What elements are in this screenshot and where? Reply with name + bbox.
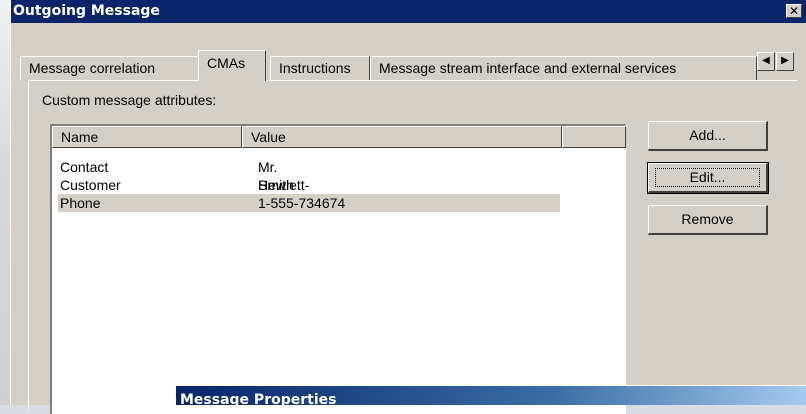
row-name: Customer xyxy=(60,177,121,193)
column-label: Name xyxy=(61,129,99,145)
row-name: Contact xyxy=(60,159,109,175)
tab-cmas[interactable]: CMAs xyxy=(198,50,266,81)
row-name: Phone xyxy=(60,195,101,211)
tab-scroll-left-button[interactable]: ◀ xyxy=(757,52,775,71)
tab-message-stream-interface[interactable]: Message stream interface and external se… xyxy=(370,56,757,80)
column-header-value[interactable]: Value xyxy=(242,126,562,148)
add-button[interactable]: Add... xyxy=(648,121,768,151)
title-bar: Outgoing Message ✕ xyxy=(11,0,806,23)
tab-scroll-right-button[interactable]: ▶ xyxy=(776,52,794,71)
button-label: Add... xyxy=(689,127,726,143)
section-label: Custom message attributes: xyxy=(42,92,217,108)
window-title: Outgoing Message xyxy=(13,3,160,19)
tab-message-correlation[interactable]: Message correlation xyxy=(20,56,200,80)
row-value: 1-555-734674 xyxy=(258,195,346,211)
column-header-empty[interactable] xyxy=(562,126,626,148)
button-label: Remove xyxy=(681,211,734,227)
tab-label: Instructions xyxy=(279,60,351,76)
message-properties-window[interactable]: Message Properties xyxy=(175,385,806,405)
tab-label: CMAs xyxy=(207,55,246,71)
focus-rectangle xyxy=(655,168,760,187)
edit-button[interactable]: Edit... xyxy=(647,162,769,194)
close-icon: ✕ xyxy=(788,4,800,18)
tab-label: Message correlation xyxy=(29,60,156,76)
column-header-name[interactable]: Name xyxy=(52,126,242,148)
cma-list[interactable]: Name Value Contact Mr. Smith Customer He… xyxy=(50,124,626,414)
desktop-background xyxy=(0,0,10,405)
close-button[interactable]: ✕ xyxy=(786,4,802,18)
tab-label: Message stream interface and external se… xyxy=(379,60,677,76)
child-window-title: Message Properties xyxy=(180,392,337,405)
tab-instructions[interactable]: Instructions xyxy=(270,56,370,80)
column-label: Value xyxy=(251,129,286,145)
arrow-right-icon: ▶ xyxy=(781,55,789,66)
list-row-selected[interactable]: Phone 1-555-734674 xyxy=(58,194,560,212)
remove-button[interactable]: Remove xyxy=(648,205,768,235)
arrow-left-icon: ◀ xyxy=(762,55,770,66)
